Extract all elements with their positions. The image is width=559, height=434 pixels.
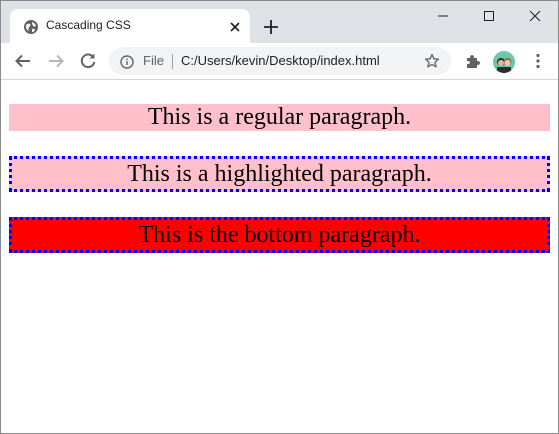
plus-icon[interactable]: [261, 17, 281, 37]
forward-arrow-icon[interactable]: [47, 52, 65, 70]
back-arrow-icon[interactable]: [14, 52, 32, 70]
kebab-menu-icon[interactable]: [529, 52, 547, 70]
tab-title: Cascading CSS: [46, 18, 131, 32]
close-icon[interactable]: [227, 19, 243, 35]
globe-icon: [23, 19, 39, 35]
scheme-label: File: [143, 53, 164, 68]
maximize-icon: [484, 11, 494, 21]
avatar[interactable]: [493, 51, 515, 73]
reload-icon[interactable]: [79, 52, 97, 70]
divider: [172, 54, 173, 69]
bottom-paragraph: This is the bottom paragraph.: [9, 217, 550, 253]
puzzle-icon[interactable]: [464, 52, 482, 70]
close-icon: [529, 10, 541, 22]
minimize-icon: [438, 15, 448, 17]
browser-toolbar: File C:/Users/kevin/Desktop/index.html: [1, 43, 558, 80]
page-content: This is a regular paragraph. This is a h…: [1, 80, 558, 433]
minimize-button[interactable]: [420, 1, 466, 31]
maximize-button[interactable]: [466, 1, 512, 31]
regular-paragraph: This is a regular paragraph.: [9, 104, 550, 131]
browser-window: Cascading CSS File C:/Users/kevin/Deskto…: [0, 0, 559, 434]
address-bar[interactable]: File C:/Users/kevin/Desktop/index.html: [109, 47, 451, 75]
url-text[interactable]: C:/Users/kevin/Desktop/index.html: [181, 53, 380, 68]
star-icon[interactable]: [424, 53, 440, 69]
profile-avatar-icon: [493, 51, 515, 73]
highlighted-paragraph: This is a highlighted paragraph.: [9, 156, 550, 192]
info-icon[interactable]: [120, 54, 134, 69]
window-close-button[interactable]: [512, 1, 558, 31]
tab-strip: Cascading CSS: [1, 1, 558, 43]
tab-cascading-css[interactable]: Cascading CSS: [10, 9, 250, 43]
